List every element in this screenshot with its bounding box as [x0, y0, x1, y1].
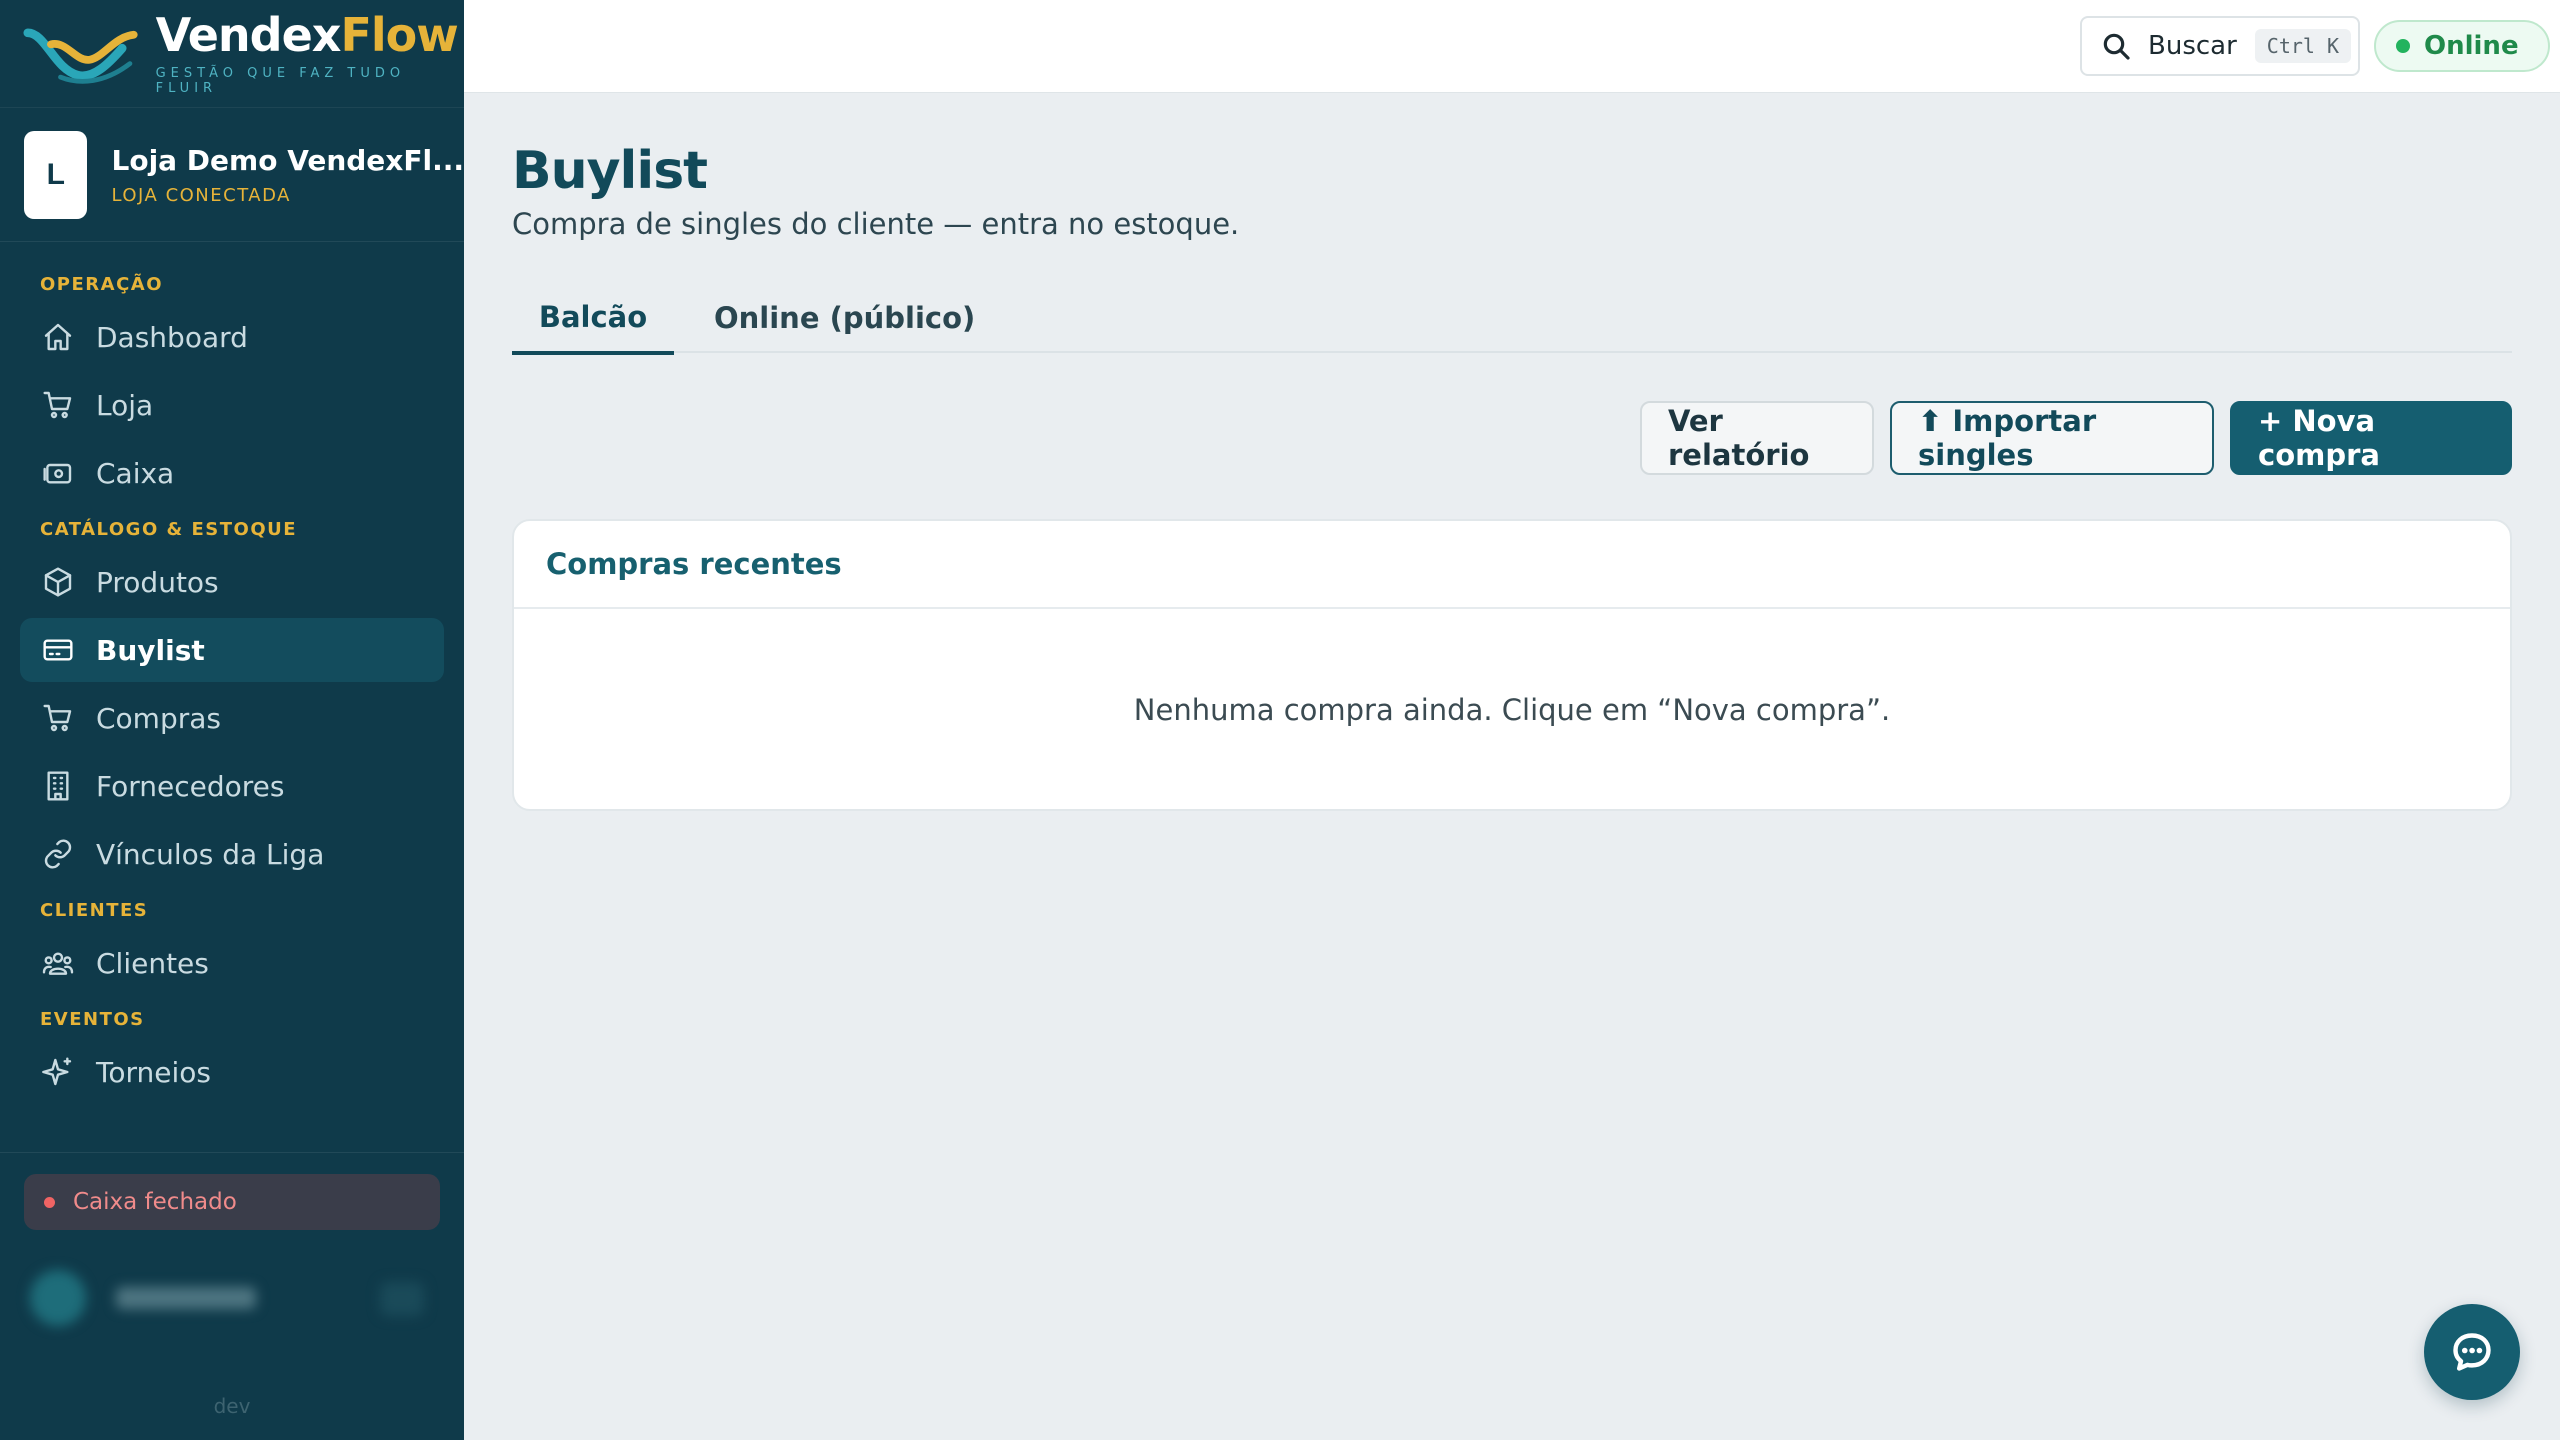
- sidebar-item-label: Torneios: [96, 1055, 211, 1089]
- brand-logo-icon: [23, 27, 138, 84]
- brand-tagline: GESTÃO QUE FAZ TUDO FLUIR: [155, 65, 406, 96]
- sidebar-item-clientes[interactable]: Clientes: [20, 931, 444, 995]
- import-singles-button[interactable]: ⬆ Importar singles: [1890, 401, 2214, 475]
- search-button[interactable]: Buscar Ctrl K: [2080, 16, 2360, 76]
- sidebar: VendexFlow GESTÃO QUE FAZ TUDO FLUIR L L…: [0, 0, 464, 1440]
- view-report-button[interactable]: Ver relatório: [1640, 401, 1874, 475]
- avatar: [30, 1270, 86, 1326]
- recent-purchases-card: Compras recentes Nenhuma compra ainda. C…: [512, 519, 2512, 811]
- chat-icon: [2453, 1333, 2491, 1371]
- cash-status-label: Caixa fechado: [73, 1189, 237, 1215]
- sidebar-item-dashboard[interactable]: Dashboard: [20, 305, 444, 369]
- users-icon: [40, 945, 76, 981]
- nav-section-eventos: EVENTOS: [40, 1009, 145, 1030]
- search-icon: [2103, 33, 2130, 60]
- action-bar: Ver relatório ⬆ Importar singles + Nova …: [1640, 401, 2512, 475]
- store-status: LOJA CONECTADA: [111, 184, 291, 206]
- search-label: Buscar: [2148, 31, 2237, 61]
- connection-status-label: Online: [2424, 31, 2519, 61]
- box-icon: [40, 564, 76, 600]
- cart-icon: [40, 700, 76, 736]
- sidebar-item-label: Caixa: [96, 456, 175, 490]
- sidebar-item-label: Buylist: [96, 633, 205, 667]
- user-profile[interactable]: [30, 1270, 424, 1326]
- sidebar-item-label: Compras: [96, 701, 221, 735]
- sidebar-item-produtos[interactable]: Produtos: [20, 550, 444, 614]
- sidebar-item-buylist[interactable]: Buylist: [20, 618, 444, 682]
- sidebar-item-label: Loja: [96, 388, 154, 422]
- sidebar-item-label: Fornecedores: [96, 769, 285, 803]
- connection-status-badge: Online: [2374, 20, 2550, 72]
- cash-status-badge[interactable]: Caixa fechado: [24, 1174, 440, 1230]
- online-dot-icon: [2396, 39, 2410, 53]
- home-icon: [40, 319, 76, 355]
- sidebar-item-label: Vínculos da Liga: [96, 837, 325, 871]
- chat-button[interactable]: [2424, 1304, 2520, 1400]
- brand-header: VendexFlow GESTÃO QUE FAZ TUDO FLUIR: [0, 0, 464, 108]
- cart-icon: [40, 387, 76, 423]
- nav-section-catalogo: CATÁLOGO & ESTOQUE: [40, 519, 298, 540]
- nav-section-clientes: CLIENTES: [40, 900, 149, 921]
- card-icon: [40, 632, 76, 668]
- status-dot-icon: [44, 1196, 55, 1208]
- sidebar-nav: OPERAÇÃO Dashboard Loja Caixa CATÁLOGO &…: [0, 242, 464, 1104]
- sidebar-item-fornecedores[interactable]: Fornecedores: [20, 754, 444, 818]
- store-name: Loja Demo VendexFl...: [111, 143, 464, 177]
- brand-name-part1: Vendex: [155, 7, 342, 62]
- empty-state-message: Nenhuma compra ainda. Clique em “Nova co…: [1133, 693, 1891, 727]
- tab-online[interactable]: Online (público): [714, 283, 975, 353]
- topbar: Buscar Ctrl K Online: [464, 0, 2560, 93]
- search-shortcut: Ctrl K: [2254, 29, 2352, 63]
- nav-section-operacao: OPERAÇÃO: [40, 274, 164, 295]
- brand-name-part2: Flow: [340, 7, 458, 62]
- sidebar-divider: [0, 1152, 464, 1153]
- brand-name: VendexFlow: [156, 12, 464, 58]
- sidebar-item-loja[interactable]: Loja: [20, 373, 444, 437]
- sidebar-item-torneios[interactable]: Torneios: [20, 1040, 444, 1104]
- sidebar-item-label: Produtos: [96, 565, 219, 599]
- store-switcher[interactable]: L Loja Demo VendexFl... LOJA CONECTADA: [0, 108, 464, 242]
- environment-label: dev: [213, 1394, 251, 1418]
- sidebar-item-label: Dashboard: [96, 320, 248, 354]
- tab-balcao[interactable]: Balcão: [512, 283, 674, 355]
- building-icon: [40, 768, 76, 804]
- link-icon: [40, 836, 76, 872]
- sparkle-icon: [40, 1054, 76, 1090]
- store-avatar: L: [24, 130, 88, 219]
- sidebar-item-vinculos[interactable]: Vínculos da Liga: [20, 822, 444, 886]
- user-menu-button[interactable]: [380, 1282, 424, 1316]
- cash-register-icon: [40, 455, 76, 491]
- user-name-redacted: [116, 1287, 256, 1309]
- new-purchase-button[interactable]: + Nova compra: [2230, 401, 2512, 475]
- sidebar-item-label: Clientes: [96, 946, 209, 980]
- card-title: Compras recentes: [514, 521, 2510, 609]
- page-subtitle: Compra de singles do cliente — entra no …: [512, 207, 1240, 241]
- sidebar-item-compras[interactable]: Compras: [20, 686, 444, 750]
- sidebar-item-caixa[interactable]: Caixa: [20, 441, 444, 505]
- page-title: Buylist: [512, 141, 708, 201]
- tab-bar: Balcão Online (público): [512, 283, 2512, 355]
